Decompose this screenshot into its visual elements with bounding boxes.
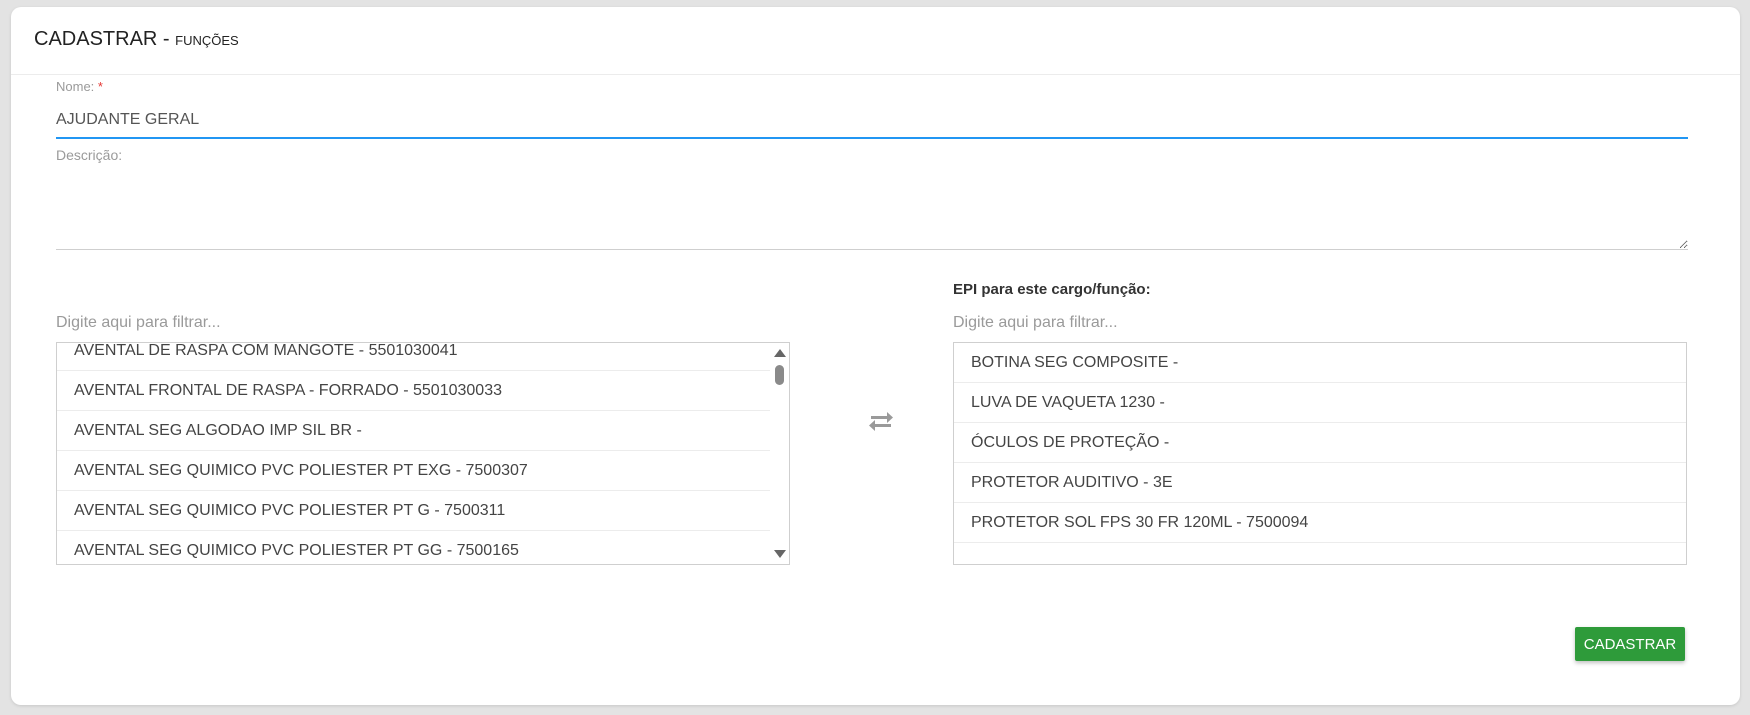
- selected-items: BOTINA SEG COMPOSITE - LUVA DE VAQUETA 12…: [954, 343, 1686, 543]
- scroll-down-arrow-icon[interactable]: [774, 550, 786, 558]
- available-epi-list[interactable]: AVENTAL DE RASPA COM MANGOTE - 550103004…: [56, 342, 790, 565]
- required-mark: *: [97, 79, 103, 94]
- submit-button[interactable]: CADASTRAR: [1575, 627, 1685, 661]
- list-item[interactable]: AVENTAL SEG ALGODAO IMP SIL BR -: [57, 411, 770, 451]
- name-label-text: Nome:: [56, 79, 95, 94]
- selected-epi-list[interactable]: BOTINA SEG COMPOSITE - LUVA DE VAQUETA 12…: [953, 342, 1687, 565]
- name-input[interactable]: [56, 103, 1688, 139]
- description-label: Descrição:: [56, 147, 123, 163]
- list-item[interactable]: AVENTAL SEG QUIMICO PVC POLIESTER PT G -…: [57, 491, 770, 531]
- swap-arrows-icon[interactable]: [867, 410, 895, 434]
- selected-filter-input[interactable]: [953, 310, 1686, 336]
- list-item[interactable]: ÓCULOS DE PROTEÇÃO -: [954, 423, 1686, 463]
- list-item[interactable]: PROTETOR SOL FPS 30 FR 120ML - 7500094: [954, 503, 1686, 543]
- list-item[interactable]: PROTETOR AUDITIVO - 3E: [954, 463, 1686, 503]
- available-filter-input[interactable]: [56, 310, 789, 336]
- list-item[interactable]: AVENTAL DE RASPA COM MANGOTE - 550103004…: [57, 343, 770, 371]
- card-header: CADASTRAR - FUNÇÕES: [11, 7, 1740, 75]
- list-item[interactable]: BOTINA SEG COMPOSITE -: [954, 343, 1686, 383]
- scroll-up-arrow-icon[interactable]: [774, 349, 786, 357]
- page-title: CADASTRAR - FUNÇÕES: [34, 28, 239, 51]
- available-items: AVENTAL DE RASPA COM MANGOTE - 550103004…: [57, 343, 770, 564]
- name-label: Nome: *: [56, 79, 103, 94]
- page-title-separator: -: [157, 28, 176, 50]
- scroll-thumb[interactable]: [775, 365, 784, 385]
- list-item[interactable]: AVENTAL FRONTAL DE RASPA - FORRADO - 550…: [57, 371, 770, 411]
- list-item[interactable]: LUVA DE VAQUETA 1230 -: [954, 383, 1686, 423]
- page-title-subtitle: FUNÇÕES: [175, 33, 239, 48]
- selected-list-label: EPI para este cargo/função:: [953, 281, 1151, 298]
- available-list-scrollbar[interactable]: [770, 343, 789, 564]
- list-item[interactable]: AVENTAL SEG QUIMICO PVC POLIESTER PT EXG…: [57, 451, 770, 491]
- page-title-main: CADASTRAR: [34, 28, 158, 50]
- form-card: CADASTRAR - FUNÇÕES Nome: * Descrição: A…: [11, 7, 1740, 705]
- list-item[interactable]: AVENTAL SEG QUIMICO PVC POLIESTER PT GG …: [57, 531, 770, 564]
- description-textarea[interactable]: [56, 174, 1688, 250]
